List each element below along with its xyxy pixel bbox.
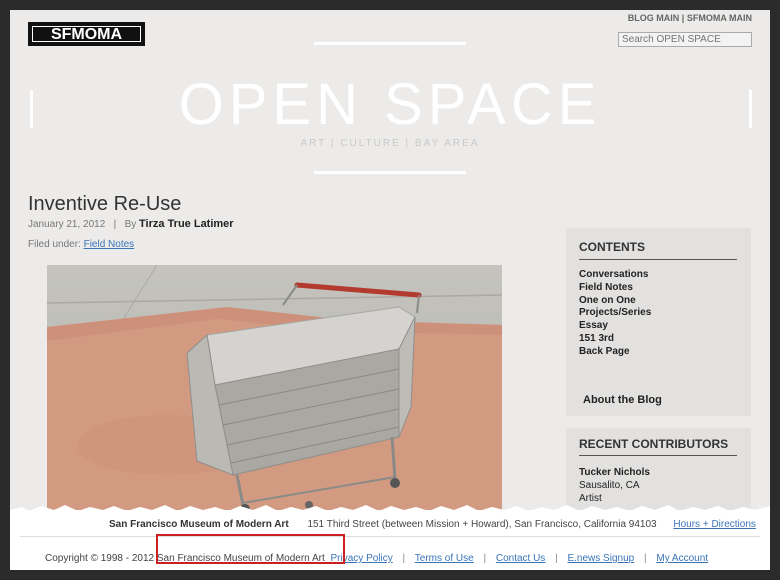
search-input[interactable] [618, 32, 752, 47]
contributor-name[interactable]: Tucker Nichols [579, 467, 650, 480]
contents-item-conversations[interactable]: Conversations [579, 269, 651, 282]
post-author[interactable]: Tirza True Latimer [139, 218, 234, 230]
by-label: By [124, 219, 137, 230]
footer-museum-name: San Francisco Museum of Modern Art [109, 519, 289, 530]
top-nav: BLOG MAIN | SFMOMA MAIN [628, 13, 752, 23]
post-image [47, 265, 502, 515]
contents-list: Conversations Field Notes One on One Pro… [579, 269, 651, 359]
footer-separator: | [555, 553, 558, 564]
post-byline: January 21, 2012 | By Tirza True Latimer [28, 218, 234, 230]
post-date: January 21, 2012 [28, 219, 106, 230]
masthead-title[interactable]: OPEN SPACE [10, 74, 770, 136]
footer-separator: | [402, 553, 406, 564]
masthead-top-rule [314, 42, 466, 45]
contents-item-one-on-one[interactable]: One on One [579, 295, 651, 308]
category-link[interactable]: Field Notes [84, 239, 135, 250]
about-blog-link[interactable]: About the Blog [583, 394, 662, 406]
terms-of-use-link[interactable]: Terms of Use [415, 553, 474, 564]
page-frame: SFMOMA BLOG MAIN | SFMOMA MAIN OPEN SPAC… [10, 10, 770, 570]
contents-item-field-notes[interactable]: Field Notes [579, 282, 651, 295]
contents-item-back-page[interactable]: Back Page [579, 346, 651, 359]
contributor-entry: Tucker Nichols Sausalito, CA Artist [579, 467, 650, 505]
blog-main-link[interactable]: BLOG MAIN [628, 13, 680, 23]
footer-divider [20, 536, 760, 537]
hours-directions-link[interactable]: Hours + Directions [673, 519, 756, 530]
footer-separator: | [483, 553, 487, 564]
post-filed-under: Filed under: Field Notes [28, 239, 134, 250]
contributors-heading: RECENT CONTRIBUTORS [579, 437, 729, 451]
sfmoma-logo[interactable]: SFMOMA [28, 22, 145, 46]
torn-edge [10, 505, 770, 514]
cart-sculpture-illustration [47, 265, 502, 515]
contents-divider [579, 259, 737, 260]
sidebar-contents-box: CONTENTS Conversations Field Notes One o… [566, 228, 751, 380]
top-nav-separator: | [681, 13, 685, 23]
masthead-tagline: ART | CULTURE | BAY AREA [300, 138, 480, 149]
contents-item-projects-series[interactable]: Projects/Series [579, 307, 651, 320]
sidebar-about-box[interactable]: About the Blog [566, 380, 751, 416]
footer-address: 151 Third Street (between Mission + Howa… [307, 519, 657, 530]
contents-item-151-3rd[interactable]: 151 3rd [579, 333, 651, 346]
highlight-box [156, 534, 345, 564]
masthead-bottom-rule [314, 171, 466, 174]
enews-signup-link[interactable]: E.news Signup [567, 553, 634, 564]
post-title[interactable]: Inventive Re-Use [28, 193, 181, 216]
contributors-divider [579, 455, 737, 456]
sfmoma-main-link[interactable]: SFMOMA MAIN [687, 13, 752, 23]
filed-label: Filed under: [28, 239, 81, 250]
logo-text: SFMOMA [32, 26, 141, 43]
footer-address-line: San Francisco Museum of Modern Art 151 T… [109, 519, 756, 530]
contents-heading: CONTENTS [579, 240, 645, 254]
my-account-link[interactable]: My Account [656, 553, 708, 564]
contact-us-link[interactable]: Contact Us [496, 553, 545, 564]
footer-separator: | [643, 553, 647, 564]
contents-item-essay[interactable]: Essay [579, 320, 651, 333]
contributor-location: Sausalito, CA [579, 479, 640, 491]
footer: San Francisco Museum of Modern Art 151 T… [10, 505, 770, 570]
footer-links-line: Copyright © 1998 - 2012 San Francisco Mu… [45, 553, 708, 564]
